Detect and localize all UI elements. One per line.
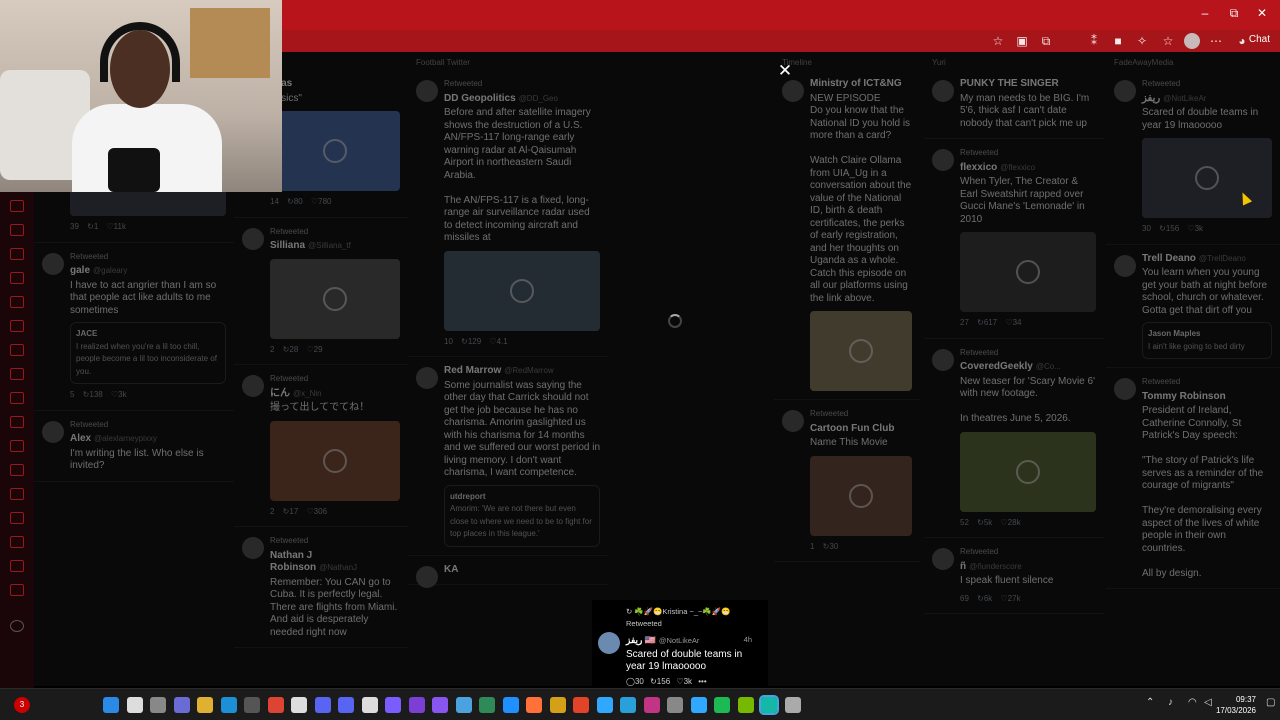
discord-icon[interactable]	[314, 697, 331, 713]
browser-toolbar	[280, 30, 1280, 52]
deck-nav-sidebar	[0, 190, 34, 690]
search-icon[interactable]	[126, 697, 143, 713]
arrow-icon[interactable]	[385, 697, 401, 713]
column-icon[interactable]	[10, 320, 24, 332]
close-modal-button[interactable]: ✕	[776, 62, 794, 80]
screen: { "browser": { "toolbar_icons": ["star-i…	[0, 0, 1280, 720]
firefox-icon[interactable]	[526, 697, 542, 713]
translate-icon[interactable]: ⁑	[1086, 33, 1102, 49]
tweet-author-name[interactable]: ريفز 🇺🇸	[626, 635, 656, 645]
restore-button[interactable]: ⧉	[1224, 6, 1244, 21]
profile-icon[interactable]	[1184, 33, 1200, 49]
game-icon[interactable]	[549, 697, 566, 713]
minimize-button[interactable]: –	[1195, 6, 1215, 20]
notifications-icon[interactable]: ▢	[1266, 697, 1275, 708]
chat-button[interactable]: Chat	[1249, 34, 1270, 45]
close-window-button[interactable]: ✕	[1252, 6, 1272, 20]
column-icon[interactable]	[10, 560, 24, 572]
collections-icon[interactable]: ▣	[1014, 33, 1030, 49]
column-icon[interactable]	[10, 584, 24, 596]
retweet-count: 156	[656, 677, 671, 686]
column-icon[interactable]	[10, 296, 24, 308]
nvidia-icon[interactable]	[737, 697, 754, 713]
avatar[interactable]	[598, 632, 620, 654]
files-icon[interactable]	[291, 697, 307, 713]
column-icon[interactable]	[10, 344, 24, 356]
task-view-icon[interactable]	[150, 697, 166, 713]
tweet-author-handle[interactable]: @NotLikeAr	[659, 636, 700, 645]
windows-taskbar: 3 ⌃ ♪ ◠ ◁ 09:37 17/03/2026 ▢	[0, 688, 1280, 720]
notification-badge[interactable]: 3	[14, 697, 30, 713]
wifi-icon[interactable]: ◠	[1188, 697, 1197, 708]
teams-icon[interactable]	[173, 697, 190, 713]
more-icon[interactable]	[784, 697, 801, 713]
loading-spinner	[668, 314, 682, 328]
column-icon[interactable]	[10, 392, 24, 404]
discord-alt-icon[interactable]	[338, 697, 354, 713]
retweeted-by: ↻ ☘️🚀😁Kristina ~_~☘️🚀😁	[626, 607, 731, 616]
settings-icon[interactable]	[667, 697, 683, 713]
tweet-actions: ◯30 ↻156 ♡3k •••	[626, 676, 760, 688]
column-icon[interactable]	[10, 488, 24, 500]
retweeted-label: Retweeted	[626, 619, 662, 628]
column-icon[interactable]	[10, 248, 24, 260]
github-icon[interactable]	[361, 697, 378, 713]
vpn-icon[interactable]	[479, 697, 495, 713]
tweet-time[interactable]: 4h	[744, 634, 752, 646]
column-icon[interactable]	[10, 368, 24, 380]
terminal-icon[interactable]	[244, 697, 260, 713]
clock-time: 09:37	[1235, 695, 1256, 704]
vscode-icon[interactable]	[432, 697, 448, 713]
screenshot-icon[interactable]: ⧉	[1038, 33, 1054, 49]
microphone-icon	[108, 148, 160, 192]
column-icon[interactable]	[10, 200, 24, 212]
file-explorer-icon[interactable]	[197, 697, 213, 713]
column-icon[interactable]	[10, 464, 24, 476]
headphones-icon	[100, 22, 180, 82]
system-clock[interactable]: 09:37 17/03/2026	[1216, 694, 1256, 716]
webcam-box	[190, 8, 270, 78]
retweet-icon[interactable]: ↻	[650, 677, 657, 686]
tweet-text: Scared of double teams in year 19 lmaooo…	[626, 649, 743, 672]
column-icon[interactable]	[10, 416, 24, 428]
spotify-icon[interactable]	[714, 697, 730, 713]
extension-puzzle-icon[interactable]: ✧	[1134, 33, 1150, 49]
photoshop-icon[interactable]	[596, 697, 613, 713]
extension-icon[interactable]: ■	[1110, 33, 1126, 49]
volume-icon[interactable]: ◁	[1204, 697, 1212, 708]
photos-icon[interactable]	[455, 697, 472, 713]
star-icon[interactable]: ☆	[990, 33, 1006, 49]
column-icon[interactable]	[10, 224, 24, 236]
clock-date: 17/03/2026	[1215, 706, 1256, 715]
twitch-icon[interactable]	[502, 697, 519, 713]
more-icon[interactable]: •••	[698, 677, 706, 686]
mic-icon[interactable]: ♪	[1168, 697, 1173, 708]
obs-icon[interactable]	[408, 697, 425, 713]
like-count: 3k	[683, 677, 693, 686]
more-icon[interactable]: ⋯	[1208, 33, 1224, 49]
tray-chevron-icon[interactable]: ⌃	[1146, 697, 1154, 708]
column-icon[interactable]	[10, 272, 24, 284]
column-icon[interactable]	[10, 440, 24, 452]
instagram-icon[interactable]	[643, 697, 660, 713]
retweeter-name[interactable]: ☘️🚀😁Kristina ~_~☘️🚀😁	[634, 607, 730, 616]
start-icon[interactable]	[103, 697, 119, 713]
webcam-overlay	[0, 0, 282, 192]
settings-icon[interactable]	[10, 620, 24, 632]
edge-active-icon[interactable]	[759, 695, 779, 715]
git-icon[interactable]	[573, 697, 589, 713]
column-icon[interactable]	[10, 512, 24, 524]
edge-icon[interactable]	[220, 697, 237, 713]
favorites-icon[interactable]: ☆	[1160, 33, 1176, 49]
reply-icon[interactable]: ◯	[626, 677, 635, 686]
like-icon[interactable]: ♡	[676, 677, 683, 686]
focused-tweet[interactable]: ↻ ☘️🚀😁Kristina ~_~☘️🚀😁 Retweeted ريفز 🇺🇸…	[592, 600, 768, 688]
chrome-icon[interactable]	[267, 697, 284, 713]
column-icon[interactable]	[10, 536, 24, 548]
copilot-icon[interactable]: ◕	[1234, 33, 1250, 49]
ps-icon[interactable]	[690, 697, 707, 713]
reply-count: 30	[634, 677, 644, 686]
telegram-icon[interactable]	[620, 697, 636, 713]
